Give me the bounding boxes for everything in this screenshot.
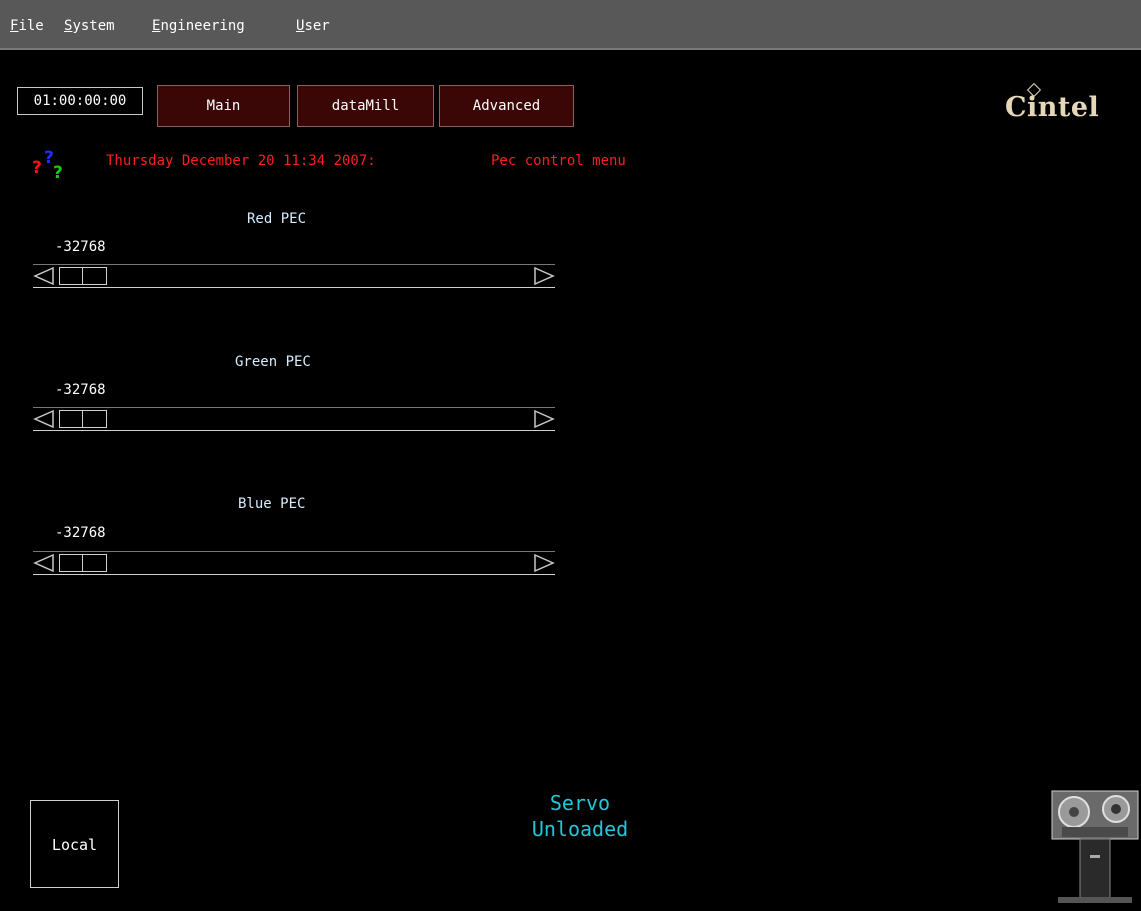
slider-thumb[interactable] bbox=[59, 267, 107, 285]
menu-engineering[interactable]: Engineering bbox=[152, 18, 245, 34]
datamill-button[interactable]: dataMill bbox=[297, 85, 434, 127]
scroll-right-arrow-icon[interactable] bbox=[533, 553, 555, 573]
status-datetime: Thursday December 20 11:34 2007: bbox=[106, 153, 376, 169]
menu-file[interactable]: File bbox=[10, 18, 44, 34]
servo-status-line1: Servo bbox=[549, 791, 611, 815]
menu-user[interactable]: User bbox=[296, 18, 330, 34]
scroll-left-arrow-icon[interactable] bbox=[33, 266, 55, 286]
servo-status-line2: Unloaded bbox=[531, 817, 629, 841]
menu-engineering-label: ngineering bbox=[160, 18, 245, 34]
svg-text:?: ? bbox=[53, 163, 63, 181]
timecode-field[interactable]: 01:00:00:00 bbox=[17, 87, 143, 115]
scroll-right-arrow-icon[interactable] bbox=[533, 266, 555, 286]
red-pec-label: Red PEC bbox=[247, 211, 307, 227]
green-pec-scrollbar[interactable] bbox=[33, 407, 555, 431]
servo-status: Servo Unloaded bbox=[480, 790, 680, 842]
slider-thumb[interactable] bbox=[59, 410, 107, 428]
cintel-logo: Cintel bbox=[1005, 82, 1141, 128]
blue-pec-value: -32768 bbox=[55, 525, 106, 541]
local-button[interactable]: Local bbox=[30, 800, 119, 888]
advanced-button[interactable]: Advanced bbox=[439, 85, 574, 127]
green-pec-label: Green PEC bbox=[235, 354, 311, 370]
red-pec-scrollbar[interactable] bbox=[33, 264, 555, 288]
green-pec-value: -32768 bbox=[55, 382, 106, 398]
menu-system-label: ystem bbox=[72, 18, 115, 34]
menu-file-label: ile bbox=[18, 18, 44, 34]
scroll-right-arrow-icon[interactable] bbox=[533, 409, 555, 429]
help-icon[interactable]: ? ? ? bbox=[30, 145, 70, 181]
svg-text:?: ? bbox=[32, 158, 42, 178]
blue-pec-label: Blue PEC bbox=[238, 496, 306, 512]
menubar: File System Engineering User bbox=[0, 0, 1141, 50]
menu-system[interactable]: System bbox=[64, 18, 115, 34]
logo-text: Cintel bbox=[1005, 92, 1100, 123]
slider-thumb[interactable] bbox=[59, 554, 107, 572]
telecine-machine-icon[interactable] bbox=[1050, 785, 1140, 905]
scroll-left-arrow-icon[interactable] bbox=[33, 409, 55, 429]
main-button[interactable]: Main bbox=[157, 85, 290, 127]
blue-pec-scrollbar[interactable] bbox=[33, 551, 555, 575]
status-menu-title: Pec control menu bbox=[491, 153, 626, 169]
scroll-left-arrow-icon[interactable] bbox=[33, 553, 55, 573]
menu-user-label: ser bbox=[304, 18, 330, 34]
red-pec-value: -32768 bbox=[55, 239, 106, 255]
